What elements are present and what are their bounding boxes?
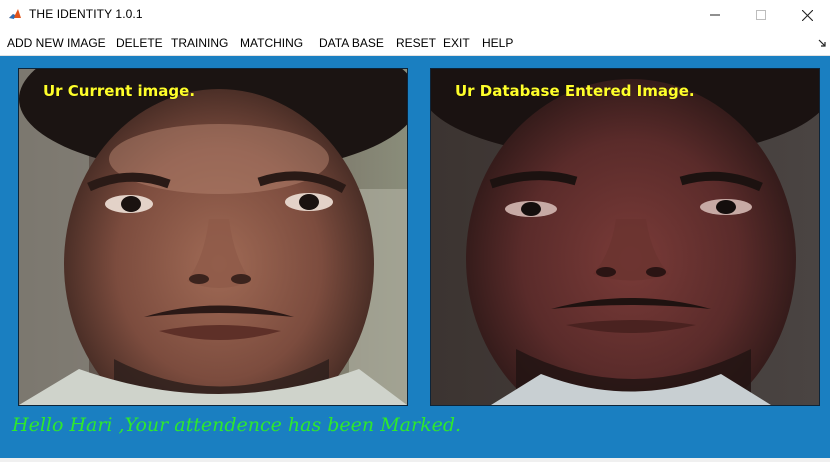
menu-add-new-image[interactable]: ADD NEW IMAGE (7, 36, 106, 50)
dock-arrow-icon[interactable] (818, 39, 826, 47)
current-face-photo (19, 69, 407, 405)
close-icon (801, 9, 813, 21)
figure-area: Ur Current image. Ur Database Entered Im… (0, 56, 830, 458)
minimize-icon (710, 14, 720, 16)
window-bottom-border (0, 458, 830, 462)
window-title: THE IDENTITY 1.0.1 (29, 7, 143, 21)
minimize-button[interactable] (692, 0, 738, 30)
title-bar: THE IDENTITY 1.0.1 (0, 0, 830, 30)
menu-help[interactable]: HELP (482, 36, 513, 50)
database-face-photo (431, 69, 819, 405)
menu-delete[interactable]: DELETE (116, 36, 163, 50)
menu-bar: ADD NEW IMAGE DELETE TRAINING MATCHING D… (0, 30, 830, 56)
database-image-caption: Ur Database Entered Image. (455, 82, 695, 100)
current-image-panel: Ur Current image. (18, 68, 408, 406)
close-button[interactable] (784, 0, 830, 30)
current-image-caption: Ur Current image. (43, 82, 196, 100)
app-window: THE IDENTITY 1.0.1 ADD NEW IMAGE DELETE … (0, 0, 830, 462)
menu-training[interactable]: TRAINING (171, 36, 228, 50)
menu-data-base[interactable]: DATA BASE (319, 36, 384, 50)
matlab-icon (8, 7, 22, 21)
menu-matching[interactable]: MATCHING (240, 36, 303, 50)
database-image-panel: Ur Database Entered Image. (430, 68, 820, 406)
status-message: Hello Hari ,Your attendence has been Mar… (12, 414, 462, 436)
menu-reset[interactable]: RESET (396, 36, 436, 50)
maximize-icon (756, 10, 766, 20)
menu-exit[interactable]: EXIT (443, 36, 470, 50)
maximize-button[interactable] (738, 0, 784, 30)
